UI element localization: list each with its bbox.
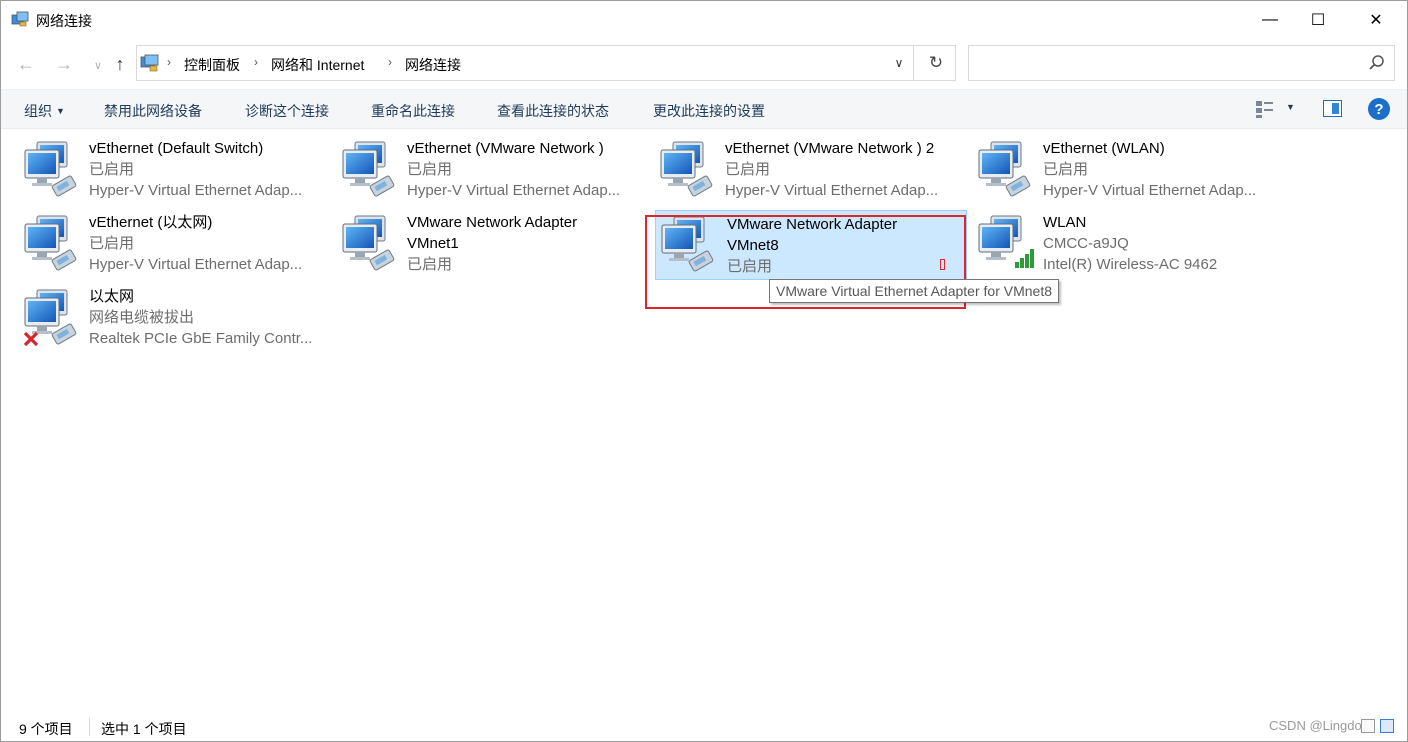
status-bar: 9 个项目 选中 1 个项目 CSDN @Lingdont [1, 713, 1407, 741]
connection-status: 已启用 [407, 256, 453, 273]
connection-status: 已启用 [1043, 161, 1089, 178]
breadcrumb-separator-icon[interactable]: › [388, 55, 392, 69]
connection-device: Intel(R) Wireless-AC 9462 [1043, 256, 1218, 273]
connection-name: vEthernet (VMware Network ) 2 [725, 140, 935, 157]
breadcrumb-separator-icon[interactable]: › [254, 55, 258, 69]
network-connections-icon [11, 11, 29, 27]
connection-name-line2: VMnet1 [407, 235, 459, 252]
connection-name: 以太网 [89, 288, 135, 305]
address-bar[interactable]: › 控制面板 › 网络和 Internet › 网络连接 ∨ ↻ [136, 45, 956, 81]
minimize-icon: — [1262, 11, 1278, 28]
change-settings-button[interactable]: 更改此连接的设置 [653, 101, 765, 121]
connection-item[interactable]: WLAN CMCC-a9JQ Intel(R) Wireless-AC 9462 [973, 210, 1285, 280]
network-adapter-icon [978, 141, 1032, 198]
organize-label: 组织 [24, 103, 52, 119]
connection-name: vEthernet (VMware Network ) [407, 140, 604, 157]
connection-ssid: CMCC-a9JQ [1043, 235, 1129, 252]
connection-status: 已启用 [407, 161, 453, 178]
arrow-left-icon: ← [17, 53, 35, 74]
network-adapter-icon [342, 215, 396, 272]
address-history-dropdown[interactable]: ∨ [885, 46, 913, 80]
watermark: CSDN @Lingdont [1269, 718, 1373, 733]
help-icon: ? [1374, 100, 1384, 118]
disconnected-x-icon [23, 331, 39, 346]
connection-device: Hyper-V Virtual Ethernet Adap... [89, 182, 303, 199]
annotation-cursor-marker [940, 259, 945, 270]
arrow-right-icon: → [55, 53, 73, 74]
diagnose-connection-button[interactable]: 诊断这个连接 [245, 101, 329, 121]
preview-pane-button[interactable] [1323, 100, 1342, 117]
network-connections-window: 网络连接 — ☐ ✕ ← → ∨ ↑ › 控制面板 › 网络和 Internet… [0, 0, 1408, 742]
refresh-button[interactable]: ↻ [919, 46, 953, 80]
connection-device: Realtek PCIe GbE Family Contr... [89, 330, 313, 347]
network-adapter-icon [24, 215, 78, 272]
arrow-up-icon: ↑ [115, 53, 125, 74]
connection-device: Hyper-V Virtual Ethernet Adap... [89, 256, 303, 273]
connection-status: 已启用 [89, 161, 135, 178]
rename-connection-button[interactable]: 重命名此连接 [371, 101, 455, 121]
item-count: 9 个项目 [19, 721, 73, 737]
network-adapter-icon [24, 141, 78, 198]
search-input[interactable] [968, 45, 1395, 81]
network-adapter-icon [660, 141, 714, 198]
close-button[interactable]: ✕ [1353, 1, 1399, 39]
connection-item[interactable]: vEthernet (以太网) 已启用 Hyper-V Virtual Ethe… [19, 210, 331, 280]
connection-name: WLAN [1043, 214, 1087, 231]
chevron-down-icon: ∨ [894, 56, 904, 70]
help-button[interactable]: ? [1368, 98, 1390, 120]
connection-name: VMware Network Adapter [407, 214, 578, 231]
view-status-button[interactable]: 查看此连接的状态 [497, 101, 609, 121]
breadcrumb-network-internet[interactable]: 网络和 Internet [271, 55, 364, 75]
navigation-bar: ← → ∨ ↑ › 控制面板 › 网络和 Internet › 网络连接 ∨ ↻ [1, 39, 1407, 89]
wifi-adapter-icon [978, 215, 1034, 268]
chevron-down-icon: ∨ [93, 59, 103, 72]
details-view-icon[interactable] [1361, 719, 1375, 733]
connection-name: vEthernet (以太网) [89, 214, 213, 231]
divider [913, 46, 914, 80]
title-bar[interactable]: 网络连接 — ☐ ✕ [1, 1, 1407, 39]
connection-status: 网络电缆被拔出 [89, 309, 195, 326]
breadcrumb-control-panel[interactable]: 控制面板 [184, 55, 240, 75]
view-options-caret-icon[interactable]: ▼ [1286, 102, 1295, 112]
connection-status: 已启用 [89, 235, 135, 252]
recent-locations-button[interactable]: ∨ [87, 54, 109, 76]
forward-button[interactable]: → [53, 53, 75, 75]
maximize-icon: ☐ [1310, 12, 1326, 29]
connection-item[interactable]: vEthernet (VMware Network ) 已启用 Hyper-V … [337, 136, 649, 206]
connection-name: vEthernet (WLAN) [1043, 140, 1165, 157]
disable-device-button[interactable]: 禁用此网络设备 [104, 101, 202, 121]
minimize-button[interactable]: — [1247, 1, 1293, 39]
window-title: 网络连接 [36, 13, 92, 29]
control-panel-icon [140, 54, 159, 72]
connection-device: Hyper-V Virtual Ethernet Adap... [1043, 182, 1257, 199]
connection-device: Hyper-V Virtual Ethernet Adap... [725, 182, 939, 199]
close-icon: ✕ [1369, 12, 1383, 29]
tiles-view-icon[interactable] [1380, 719, 1394, 733]
network-adapter-disconnected-icon [23, 289, 78, 346]
connection-status: 已启用 [725, 161, 771, 178]
caret-down-icon: ▼ [56, 106, 65, 116]
connection-item[interactable]: vEthernet (Default Switch) 已启用 Hyper-V V… [19, 136, 331, 206]
breadcrumb-network-connections[interactable]: 网络连接 [405, 55, 461, 75]
connection-device: Hyper-V Virtual Ethernet Adap... [407, 182, 621, 199]
breadcrumb-separator-icon[interactable]: › [167, 55, 171, 69]
search-icon [1369, 55, 1384, 70]
selection-count: 选中 1 个项目 [101, 721, 187, 737]
change-view-icon[interactable] [1255, 99, 1275, 119]
connection-item[interactable]: 以太网 网络电缆被拔出 Realtek PCIe GbE Family Cont… [19, 284, 331, 354]
up-button[interactable]: ↑ [109, 53, 131, 75]
connection-item[interactable]: vEthernet (WLAN) 已启用 Hyper-V Virtual Eth… [973, 136, 1285, 206]
divider [89, 718, 90, 736]
organize-menu[interactable]: 组织 ▼ [24, 101, 65, 121]
connection-item[interactable]: VMware Network Adapter VMnet1 已启用 [337, 210, 649, 280]
network-adapter-icon [342, 141, 396, 198]
wifi-signal-icon [1015, 249, 1034, 268]
device-tooltip: VMware Virtual Ethernet Adapter for VMne… [769, 279, 1059, 303]
refresh-icon: ↻ [928, 53, 944, 72]
connection-name: vEthernet (Default Switch) [89, 140, 264, 157]
maximize-button[interactable]: ☐ [1295, 1, 1341, 39]
back-button[interactable]: ← [15, 53, 37, 75]
connection-item[interactable]: vEthernet (VMware Network ) 2 已启用 Hyper-… [655, 136, 967, 206]
command-bar: 组织 ▼ 禁用此网络设备 诊断这个连接 重命名此连接 查看此连接的状态 更改此连接… [1, 89, 1407, 129]
